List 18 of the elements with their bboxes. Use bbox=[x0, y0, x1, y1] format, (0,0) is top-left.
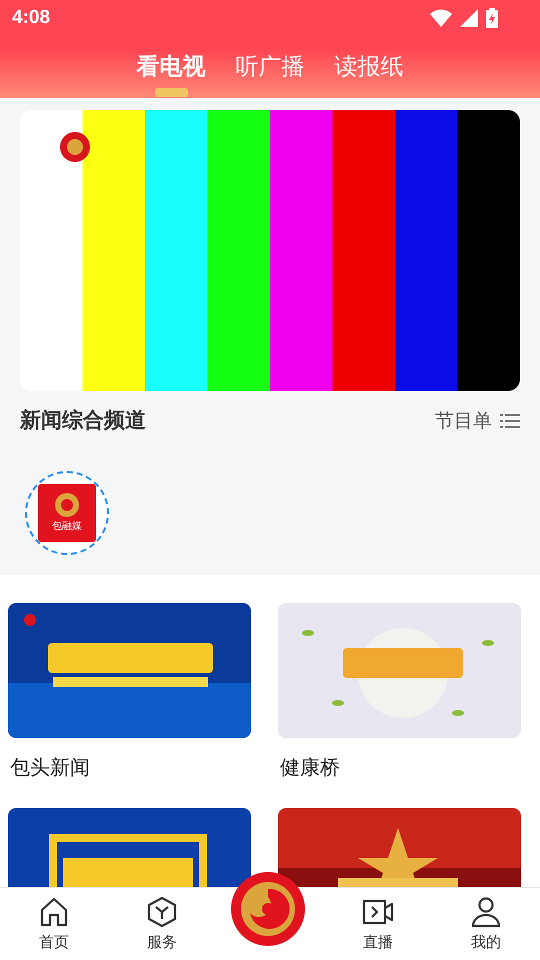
wifi-icon bbox=[430, 9, 452, 27]
person-icon bbox=[470, 896, 502, 928]
signal-icon bbox=[460, 9, 478, 27]
list-icon bbox=[500, 412, 520, 429]
nav-tab[interactable]: 服务 bbox=[108, 894, 216, 954]
battery-icon bbox=[486, 8, 498, 28]
logo-button[interactable] bbox=[230, 871, 306, 947]
status-time: 4:08 bbox=[12, 6, 50, 30]
cube-icon bbox=[146, 896, 178, 928]
program-title[interactable]: 健康桥 bbox=[280, 752, 521, 782]
home-icon bbox=[38, 896, 70, 928]
program-title[interactable]: 包头新闻 bbox=[10, 752, 251, 782]
nav-tab[interactable]: 我的 bbox=[432, 894, 540, 954]
nav-tab[interactable]: 直播 bbox=[324, 894, 432, 954]
channel-logo[interactable]: 包融媒 bbox=[25, 470, 109, 554]
schedule-link[interactable]: 节目单 bbox=[435, 406, 520, 435]
channel-title: 新闻综合频道 bbox=[20, 407, 146, 434]
nav-tab[interactable]: 首页 bbox=[0, 894, 108, 954]
